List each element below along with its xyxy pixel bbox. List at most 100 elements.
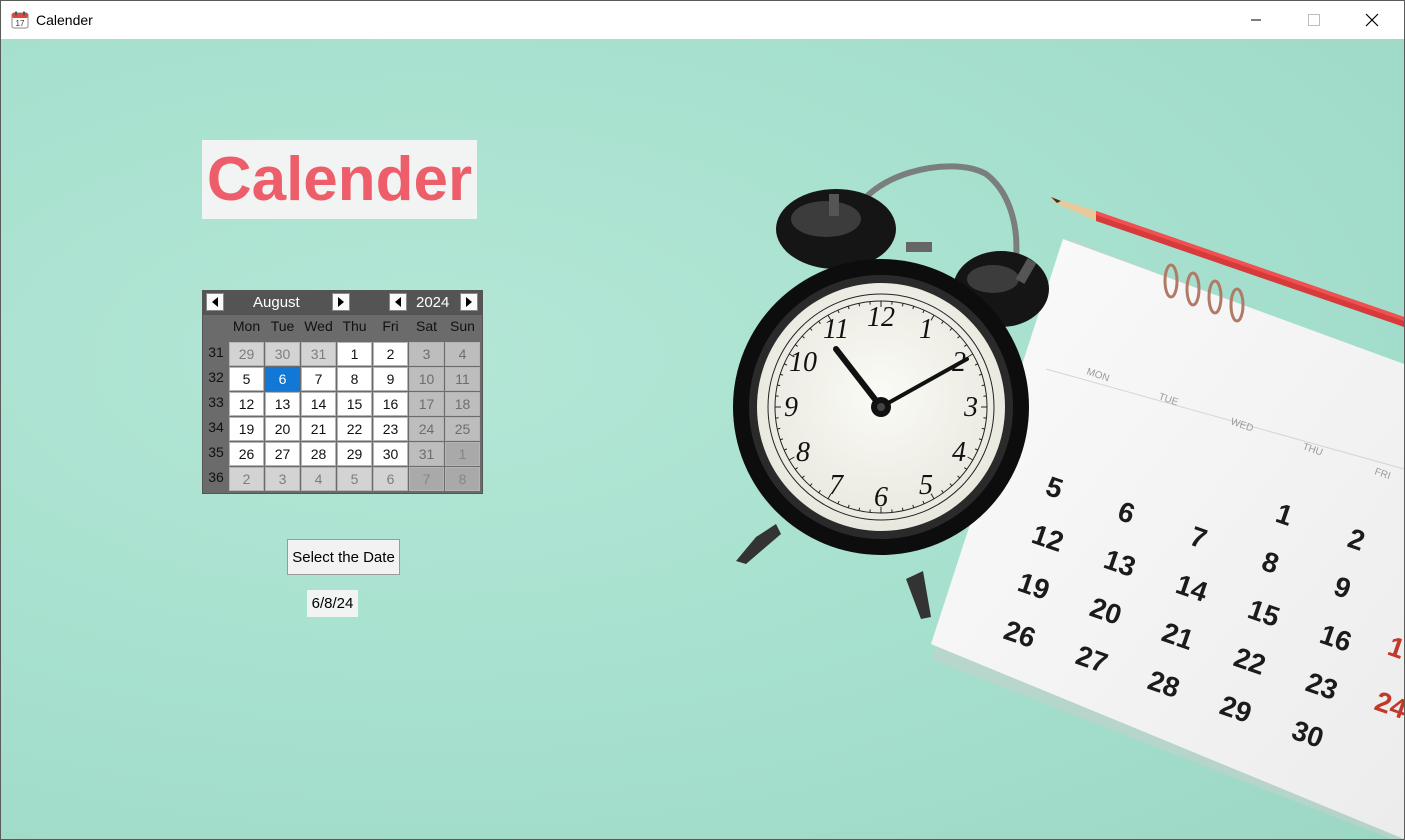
day-cell[interactable]: 4 <box>445 342 480 366</box>
weekday-label: Wed <box>304 318 333 334</box>
clock-numeral: 8 <box>796 437 810 468</box>
day-cell[interactable]: 2 <box>229 467 264 491</box>
app-window: 17 Calender Calender August 2024 Mon Tue… <box>0 0 1405 840</box>
day-cell[interactable]: 7 <box>409 467 444 491</box>
day-cell[interactable]: 19 <box>229 417 264 441</box>
day-cell[interactable]: 11 <box>445 367 480 391</box>
week-number: 33 <box>208 394 224 410</box>
clock-calendar-photo: MONTUEWEDTHUFRI1256789121314151619202122… <box>733 163 1404 839</box>
calendar-app-icon: 17 <box>11 11 29 29</box>
main-content: Calender August 2024 Mon Tue Wed Thu Fri… <box>1 39 1404 839</box>
weekday-label: Fri <box>382 318 399 334</box>
clock-numeral: 6 <box>874 482 888 513</box>
day-cell[interactable]: 27 <box>265 442 300 466</box>
close-icon <box>1365 13 1379 27</box>
clock-tick <box>777 427 781 430</box>
day-cell[interactable]: 16 <box>373 392 408 416</box>
day-cell[interactable]: 18 <box>445 392 480 416</box>
selected-date-label: 6/8/24 <box>307 590 358 617</box>
triangle-left-icon <box>395 297 401 307</box>
clock-numeral: 1 <box>919 314 933 345</box>
prev-month-button[interactable] <box>206 293 224 311</box>
day-cell[interactable]: 8 <box>337 367 372 391</box>
day-cell[interactable]: 13 <box>265 392 300 416</box>
day-cell[interactable]: 29 <box>229 342 264 366</box>
clock-tick <box>858 507 861 511</box>
day-cell[interactable]: 31 <box>301 342 336 366</box>
weekday-label: Mon <box>232 318 261 334</box>
weekday-label: Tue <box>270 318 295 334</box>
day-cell[interactable]: 12 <box>229 392 264 416</box>
day-cell[interactable]: 14 <box>301 392 336 416</box>
day-cell[interactable]: 8 <box>445 467 480 491</box>
select-date-button[interactable]: Select the Date <box>287 539 400 575</box>
day-cell[interactable]: 23 <box>373 417 408 441</box>
day-cell[interactable]: 7 <box>301 367 336 391</box>
next-month-button[interactable] <box>332 293 350 311</box>
calendar-header: August 2024 <box>203 291 482 315</box>
week-number: 36 <box>208 469 224 485</box>
day-cell[interactable]: 28 <box>301 442 336 466</box>
day-cell[interactable]: 29 <box>337 442 372 466</box>
clock-tick <box>901 507 904 511</box>
weekday-label: Thu <box>342 318 367 334</box>
week-number: 35 <box>208 444 224 460</box>
day-cell[interactable]: 24 <box>409 417 444 441</box>
day-cell[interactable]: 17 <box>409 392 444 416</box>
window-title: Calender <box>36 12 93 28</box>
day-cell[interactable]: 31 <box>409 442 444 466</box>
day-cell[interactable]: 4 <box>301 467 336 491</box>
day-cell[interactable]: 9 <box>373 367 408 391</box>
title-bar[interactable]: 17 Calender <box>1 1 1404 39</box>
clock-numeral: 4 <box>952 437 966 468</box>
maximize-icon <box>1308 14 1320 26</box>
clock-tick <box>901 303 904 307</box>
day-cell[interactable]: 1 <box>337 342 372 366</box>
weekday-header-row: Mon Tue Wed Thu Fri Sat Sun <box>203 318 482 340</box>
minimize-icon <box>1251 19 1261 21</box>
triangle-right-icon <box>466 297 472 307</box>
clock-tick <box>981 384 985 387</box>
day-cell-selected[interactable]: 6 <box>265 367 300 391</box>
week-number: 34 <box>208 419 224 435</box>
clock-numeral: 9 <box>784 392 798 423</box>
clock-numeral: 12 <box>867 302 895 333</box>
minimize-button[interactable] <box>1227 1 1285 39</box>
day-cell[interactable]: 3 <box>265 467 300 491</box>
day-cell[interactable]: 1 <box>445 442 480 466</box>
page-title: Calender <box>202 140 477 219</box>
maximize-button[interactable] <box>1285 1 1343 39</box>
day-cell[interactable]: 20 <box>265 417 300 441</box>
day-cell[interactable]: 21 <box>301 417 336 441</box>
clock-numeral: 7 <box>829 470 844 501</box>
clock-numeral: 3 <box>963 392 978 423</box>
weekday-label: Sat <box>415 318 437 334</box>
day-cell[interactable]: 30 <box>265 342 300 366</box>
day-cell[interactable]: 10 <box>409 367 444 391</box>
weekday-label: Sun <box>450 318 475 334</box>
next-year-button[interactable] <box>460 293 478 311</box>
day-cell[interactable]: 6 <box>373 467 408 491</box>
svg-text:17: 17 <box>16 19 25 28</box>
close-button[interactable] <box>1343 1 1401 39</box>
day-cell[interactable]: 15 <box>337 392 372 416</box>
clock-numeral: 5 <box>919 470 933 501</box>
day-cell[interactable]: 5 <box>229 367 264 391</box>
clock-numeral: 10 <box>789 347 817 378</box>
clock-numeral: 11 <box>823 314 849 345</box>
day-cell[interactable]: 26 <box>229 442 264 466</box>
week-number: 32 <box>208 369 224 385</box>
day-cell[interactable]: 3 <box>409 342 444 366</box>
calendar-widget[interactable]: August 2024 Mon Tue Wed Thu Fri Sat Sun … <box>202 290 483 494</box>
triangle-right-icon <box>338 297 344 307</box>
year-label: 2024 <box>416 294 450 311</box>
day-cell[interactable]: 5 <box>337 467 372 491</box>
prev-year-button[interactable] <box>389 293 407 311</box>
day-cell[interactable]: 25 <box>445 417 480 441</box>
triangle-left-icon <box>212 297 218 307</box>
day-cell[interactable]: 30 <box>373 442 408 466</box>
clock-tick <box>858 303 861 307</box>
day-cell[interactable]: 2 <box>373 342 408 366</box>
clock-tick <box>777 384 781 387</box>
day-cell[interactable]: 22 <box>337 417 372 441</box>
